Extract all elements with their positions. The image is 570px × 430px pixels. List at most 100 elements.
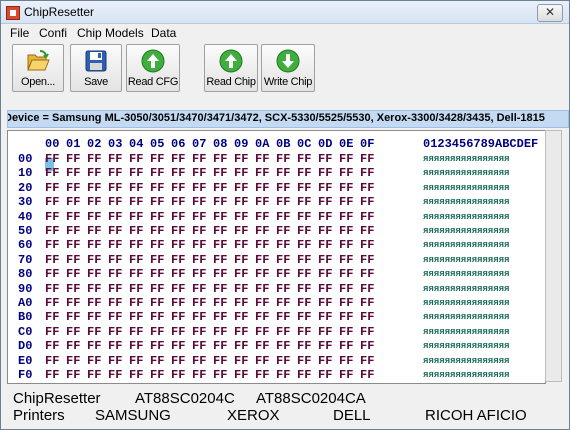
hex-cell[interactable]: FF	[339, 210, 353, 224]
hex-cell[interactable]: FF	[255, 152, 269, 166]
hex-cell[interactable]: FF	[150, 210, 164, 224]
hex-cell[interactable]: FF	[192, 310, 206, 324]
hex-cell[interactable]: FF	[171, 253, 185, 267]
hex-cell[interactable]: FF	[171, 325, 185, 339]
hex-cell[interactable]: FF	[171, 296, 185, 310]
hex-cell[interactable]: FF	[255, 310, 269, 324]
hex-cell[interactable]: FF	[129, 224, 143, 238]
hex-cell[interactable]: FF	[108, 152, 122, 166]
hex-cell[interactable]: FF	[66, 296, 80, 310]
hex-cell[interactable]: FF	[129, 253, 143, 267]
hex-cell[interactable]: FF	[339, 310, 353, 324]
hex-cell[interactable]: FF	[276, 339, 290, 353]
hex-cell[interactable]: FF	[45, 210, 59, 224]
hex-cell[interactable]: FF	[87, 282, 101, 296]
hex-cell[interactable]: FF	[276, 354, 290, 368]
hex-cell[interactable]: FF	[255, 282, 269, 296]
hex-cell[interactable]: FF	[339, 354, 353, 368]
hex-cell[interactable]: FF	[150, 325, 164, 339]
hex-cell[interactable]: FF	[360, 354, 374, 368]
hex-cell[interactable]: FF	[360, 224, 374, 238]
hex-cell[interactable]: FF	[318, 296, 332, 310]
hex-cell[interactable]: FF	[108, 166, 122, 180]
hex-cell[interactable]: FF	[234, 282, 248, 296]
hex-cell[interactable]: FF	[318, 238, 332, 252]
hex-cell[interactable]: FF	[150, 238, 164, 252]
hex-cell[interactable]: FF	[192, 238, 206, 252]
hex-cell[interactable]: FF	[192, 210, 206, 224]
hex-cell[interactable]: FF	[45, 238, 59, 252]
hex-cell[interactable]: FF	[339, 181, 353, 195]
hex-cell[interactable]: FF	[108, 195, 122, 209]
hex-cell[interactable]: FF	[108, 181, 122, 195]
hex-cell[interactable]: FF	[234, 267, 248, 281]
hex-cell[interactable]: FF	[108, 354, 122, 368]
hex-cell[interactable]: FF	[213, 296, 227, 310]
write-chip-button[interactable]: Write Chip	[261, 44, 315, 92]
hex-cell[interactable]: FF	[234, 181, 248, 195]
hex-cell[interactable]: FF	[192, 267, 206, 281]
hex-cell[interactable]: FF	[255, 210, 269, 224]
hex-cell[interactable]: FF	[255, 238, 269, 252]
hex-cell[interactable]: FF	[318, 325, 332, 339]
hex-cell[interactable]: FF	[339, 368, 353, 382]
hex-cell[interactable]: FF	[87, 195, 101, 209]
read-chip-button[interactable]: Read Chip	[204, 44, 258, 92]
hex-cell[interactable]: FF	[339, 253, 353, 267]
hex-cell[interactable]: FF	[318, 282, 332, 296]
menu-file[interactable]: File	[10, 26, 29, 40]
hex-cell[interactable]: FF	[339, 166, 353, 180]
hex-cell[interactable]: FF	[360, 238, 374, 252]
hex-cell[interactable]: FF	[45, 152, 59, 166]
hex-cell[interactable]: FF	[150, 310, 164, 324]
hex-cell[interactable]: FF	[255, 224, 269, 238]
hex-cell[interactable]: FF	[213, 368, 227, 382]
hex-cell[interactable]: FF	[150, 166, 164, 180]
hex-cell[interactable]: FF	[318, 368, 332, 382]
hex-cell[interactable]: FF	[297, 253, 311, 267]
hex-cell[interactable]: FF	[213, 210, 227, 224]
hex-cell[interactable]: FF	[318, 224, 332, 238]
hex-cell[interactable]: FF	[45, 224, 59, 238]
hex-cell[interactable]: FF	[45, 195, 59, 209]
hex-cell[interactable]: FF	[276, 253, 290, 267]
hex-cell[interactable]: FF	[318, 152, 332, 166]
hex-cell[interactable]: FF	[150, 253, 164, 267]
hex-cell[interactable]: FF	[297, 310, 311, 324]
hex-cell[interactable]: FF	[297, 166, 311, 180]
hex-cell[interactable]: FF	[276, 282, 290, 296]
hex-cell[interactable]: FF	[360, 310, 374, 324]
hex-cell[interactable]: FF	[66, 166, 80, 180]
hex-cell[interactable]: FF	[171, 224, 185, 238]
hex-cell[interactable]: FF	[108, 267, 122, 281]
hex-cell[interactable]: FF	[129, 181, 143, 195]
hex-cell[interactable]: FF	[360, 296, 374, 310]
hex-cell[interactable]: FF	[45, 166, 59, 180]
hex-cell[interactable]: FF	[66, 253, 80, 267]
hex-cell[interactable]: FF	[108, 282, 122, 296]
hex-cell[interactable]: FF	[276, 368, 290, 382]
hex-cell[interactable]: FF	[87, 224, 101, 238]
hex-cell[interactable]: FF	[276, 181, 290, 195]
hex-cell[interactable]: FF	[192, 195, 206, 209]
hex-cell[interactable]: FF	[87, 368, 101, 382]
hex-cell[interactable]: FF	[87, 354, 101, 368]
hex-cell[interactable]: FF	[171, 238, 185, 252]
read-cfg-button[interactable]: Read CFG	[126, 44, 180, 92]
hex-cell[interactable]: FF	[129, 325, 143, 339]
hex-cell[interactable]: FF	[213, 325, 227, 339]
hex-editor[interactable]: 00 01 02 03 04 05 06 07 08 09 0A 0B 0C 0D 0E 0F 0123456…	[7, 130, 546, 384]
hex-cell[interactable]: FF	[66, 282, 80, 296]
hex-cell[interactable]: FF	[171, 339, 185, 353]
hex-cell[interactable]: FF	[276, 195, 290, 209]
hex-cell[interactable]: FF	[255, 267, 269, 281]
hex-cell[interactable]: FF	[360, 339, 374, 353]
hex-cell[interactable]: FF	[129, 210, 143, 224]
hex-cell[interactable]: FF	[360, 368, 374, 382]
save-button[interactable]: Save	[70, 44, 122, 92]
hex-cell[interactable]: FF	[171, 166, 185, 180]
hex-cell[interactable]: FF	[339, 152, 353, 166]
hex-cell[interactable]: FF	[129, 339, 143, 353]
hex-cell[interactable]: FF	[150, 339, 164, 353]
hex-cell[interactable]: FF	[276, 267, 290, 281]
